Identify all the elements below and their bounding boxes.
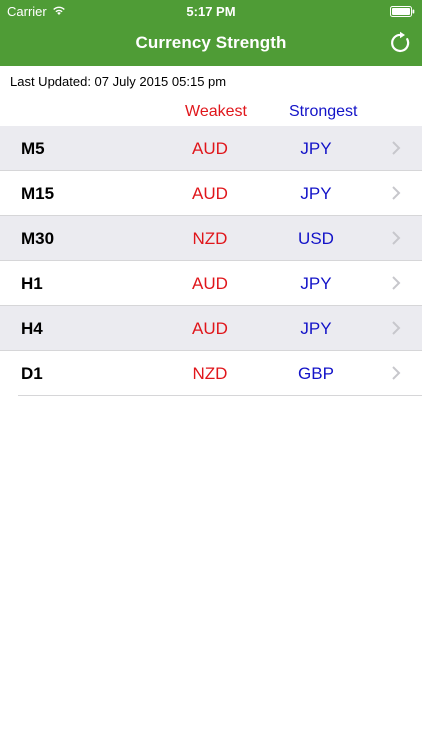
weakest-currency: NZD — [192, 364, 228, 383]
status-time: 5:17 PM — [186, 4, 236, 19]
status-bar: Carrier 5:17 PM — [0, 0, 422, 22]
separator-inset — [0, 395, 18, 396]
battery-icon — [390, 6, 415, 17]
chevron-right-icon — [392, 276, 401, 290]
app-header: Carrier 5:17 PM Currency Strength — [0, 0, 422, 66]
table-row-h4[interactable]: H4 AUD JPY — [0, 306, 422, 351]
table-row-m30[interactable]: M30 NZD USD — [0, 216, 422, 261]
weakest-currency: AUD — [192, 184, 228, 203]
page-title: Currency Strength — [135, 33, 287, 52]
timeframe-label: D1 — [21, 364, 43, 383]
timeframe-label: M15 — [21, 184, 55, 203]
strongest-currency: USD — [298, 229, 334, 248]
table-row-m15[interactable]: M15 AUD JPY — [0, 171, 422, 216]
timeframe-label: M5 — [21, 139, 45, 158]
strength-table: M5 AUD JPY M15 AUD JPY M30 NZD USD H1 AU… — [0, 126, 422, 396]
chevron-right-icon — [392, 141, 401, 155]
column-header-strongest: Strongest — [289, 103, 358, 120]
timeframe-label: M30 — [21, 229, 55, 248]
timeframe-label: H4 — [21, 319, 43, 338]
strongest-currency: GBP — [298, 364, 334, 383]
table-row-h1[interactable]: H1 AUD JPY — [0, 261, 422, 306]
chevron-right-icon — [392, 231, 401, 245]
weakest-currency: NZD — [192, 229, 228, 248]
refresh-icon[interactable] — [389, 31, 413, 55]
chevron-right-icon — [392, 366, 401, 380]
weakest-currency: AUD — [192, 319, 228, 338]
strongest-currency: JPY — [300, 319, 332, 338]
strongest-currency: JPY — [300, 139, 332, 158]
chevron-right-icon — [392, 186, 401, 200]
strongest-currency: JPY — [300, 274, 332, 293]
weakest-currency: AUD — [192, 274, 228, 293]
last-updated-text: Last Updated: 07 July 2015 05:15 pm — [10, 74, 227, 89]
chevron-right-icon — [392, 321, 401, 335]
column-header-weakest: Weakest — [185, 103, 247, 120]
timeframe-label: H1 — [21, 274, 43, 293]
weakest-currency: AUD — [192, 139, 228, 158]
table-row-d1[interactable]: D1 NZD GBP — [0, 351, 422, 396]
table-row-m5[interactable]: M5 AUD JPY — [0, 126, 422, 171]
strongest-currency: JPY — [300, 184, 332, 203]
